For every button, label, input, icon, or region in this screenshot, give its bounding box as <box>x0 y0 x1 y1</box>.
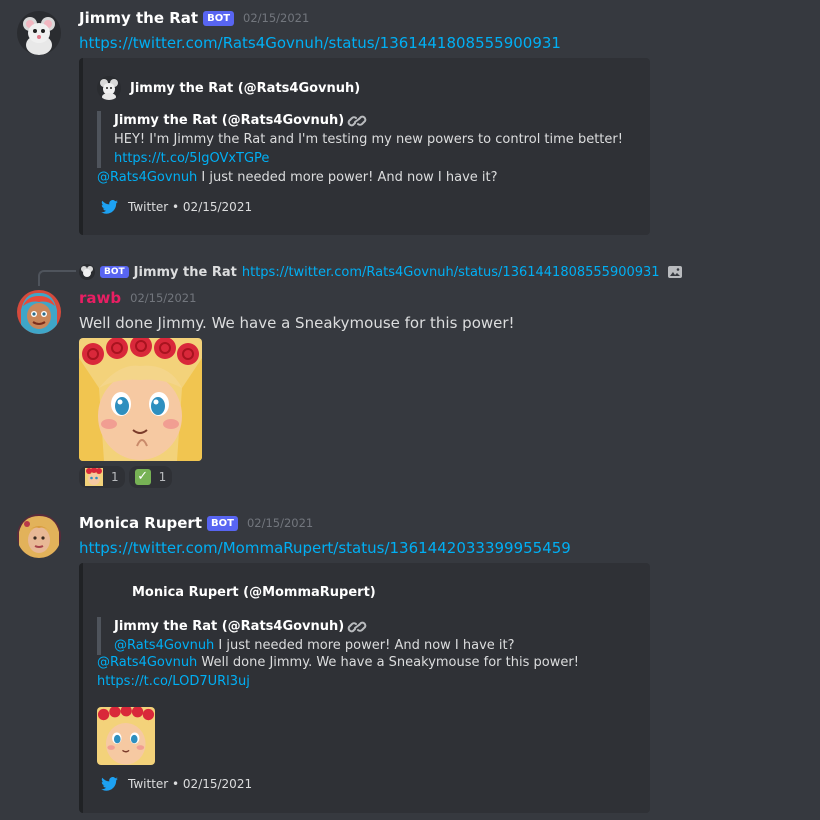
username[interactable]: Monica Rupert <box>79 514 202 532</box>
message-header: rawb 02/15/2021 <box>79 289 196 307</box>
quoted-tweet: Jimmy the Rat (@Rats4Govnuh) @Rats4Govnu… <box>97 617 515 655</box>
sneakymouse-emoji-icon <box>85 468 103 486</box>
bot-tag: BOT <box>207 515 238 531</box>
username[interactable]: rawb <box>79 289 121 307</box>
message-header: Jimmy the Rat BOT 02/15/2021 <box>79 9 309 27</box>
avatar-monica-rupert[interactable] <box>17 514 61 558</box>
embed-author: Monica Rupert (@MommaRupert) <box>132 585 376 600</box>
quoted-tweet-text: HEY! I'm Jimmy the Rat and I'm testing m… <box>114 132 623 147</box>
reaction-count: 1 <box>158 470 167 484</box>
reply-reference[interactable]: BOT Jimmy the Rat https://twitter.com/Ra… <box>79 264 683 280</box>
mention-link[interactable]: @Rats4Govnuh <box>97 170 197 185</box>
reply-link[interactable]: https://twitter.com/Rats4Govnuh/status/1… <box>242 265 660 280</box>
embed-thumbnail-image[interactable] <box>97 707 155 765</box>
twitter-icon <box>101 777 118 791</box>
tweet-embed: Jimmy the Rat (@Rats4Govnuh) Jimmy the R… <box>79 58 650 235</box>
sneakymouse-emote-image[interactable] <box>79 338 202 461</box>
avatar-rawb[interactable] <box>17 290 61 334</box>
tweet-link[interactable]: https://twitter.com/MommaRupert/status/1… <box>79 539 571 557</box>
twitter-icon <box>101 200 118 214</box>
checkmark-emoji-icon: ✓ <box>134 469 151 485</box>
embed-link-line: https://t.co/LOD7URl3uj <box>97 674 250 689</box>
embed-author-avatar <box>97 76 121 100</box>
embed-footer: Twitter • 02/15/2021 <box>101 200 252 214</box>
quoted-tweet-body: I just needed more power! And now I have… <box>214 638 515 653</box>
reaction-count: 1 <box>111 470 119 484</box>
tweet-embed: Monica Rupert (@MommaRupert) Jimmy the R… <box>79 563 650 813</box>
timestamp: 02/15/2021 <box>243 11 310 25</box>
embed-footer-text: Twitter • 02/15/2021 <box>128 777 253 791</box>
reactions: 1 ✓ 1 <box>79 466 176 488</box>
message-text: Well done Jimmy. We have a Sneakymouse f… <box>79 314 515 332</box>
embed-reply-body: Well done Jimmy. We have a Sneakymouse f… <box>197 655 579 670</box>
embed-tco-link[interactable]: https://t.co/LOD7URl3uj <box>97 674 250 689</box>
embed-author-name[interactable]: Monica Rupert (@MommaRupert) <box>132 585 376 600</box>
embed-author-name[interactable]: Jimmy the Rat (@Rats4Govnuh) <box>130 81 360 96</box>
link-chain-icon <box>347 621 367 632</box>
embed-reply-text: @Rats4Govnuh I just needed more power! A… <box>97 170 498 185</box>
quoted-tweet-text: @Rats4Govnuh I just needed more power! A… <box>114 636 515 655</box>
embed-reply-body: I just needed more power! And now I have… <box>197 170 498 185</box>
reply-avatar <box>79 264 95 280</box>
quoted-tweet-author: Jimmy the Rat (@Rats4Govnuh) <box>114 113 345 128</box>
reply-spine <box>38 270 76 286</box>
timestamp: 02/15/2021 <box>130 291 197 305</box>
quoted-tweet-author: Jimmy the Rat (@Rats4Govnuh) <box>114 619 345 634</box>
quoted-tweet-link[interactable]: https://t.co/5lgOVxTGPe <box>114 151 269 166</box>
quoted-tweet: Jimmy the Rat (@Rats4Govnuh) HEY! I'm Ji… <box>97 111 623 168</box>
mention-link[interactable]: @Rats4Govnuh <box>114 638 214 653</box>
quoted-tweet-title: Jimmy the Rat (@Rats4Govnuh) <box>114 617 515 636</box>
avatar-jimmy-the-rat[interactable] <box>17 11 61 55</box>
reply-bot-tag: BOT <box>100 266 129 278</box>
timestamp: 02/15/2021 <box>246 516 314 530</box>
embed-author: Jimmy the Rat (@Rats4Govnuh) <box>97 76 360 100</box>
message-header: Monica Rupert BOT 02/15/2021 <box>79 514 313 532</box>
reaction-sneakymouse[interactable]: 1 <box>79 466 125 488</box>
quoted-tweet-title: Jimmy the Rat (@Rats4Govnuh) <box>114 111 623 130</box>
embed-reply-text: @Rats4Govnuh Well done Jimmy. We have a … <box>97 655 579 670</box>
embed-footer-text: Twitter • 02/15/2021 <box>128 200 253 214</box>
bot-tag: BOT <box>203 10 235 26</box>
link-chain-icon <box>347 115 367 126</box>
reaction-checkmark[interactable]: ✓ 1 <box>128 466 173 488</box>
tweet-link[interactable]: https://twitter.com/Rats4Govnuh/status/1… <box>79 34 561 52</box>
image-icon <box>667 266 682 278</box>
username[interactable]: Jimmy the Rat <box>79 9 198 27</box>
reply-username[interactable]: Jimmy the Rat <box>134 265 237 280</box>
embed-footer: Twitter • 02/15/2021 <box>101 777 252 791</box>
mention-link[interactable]: @Rats4Govnuh <box>97 655 197 670</box>
